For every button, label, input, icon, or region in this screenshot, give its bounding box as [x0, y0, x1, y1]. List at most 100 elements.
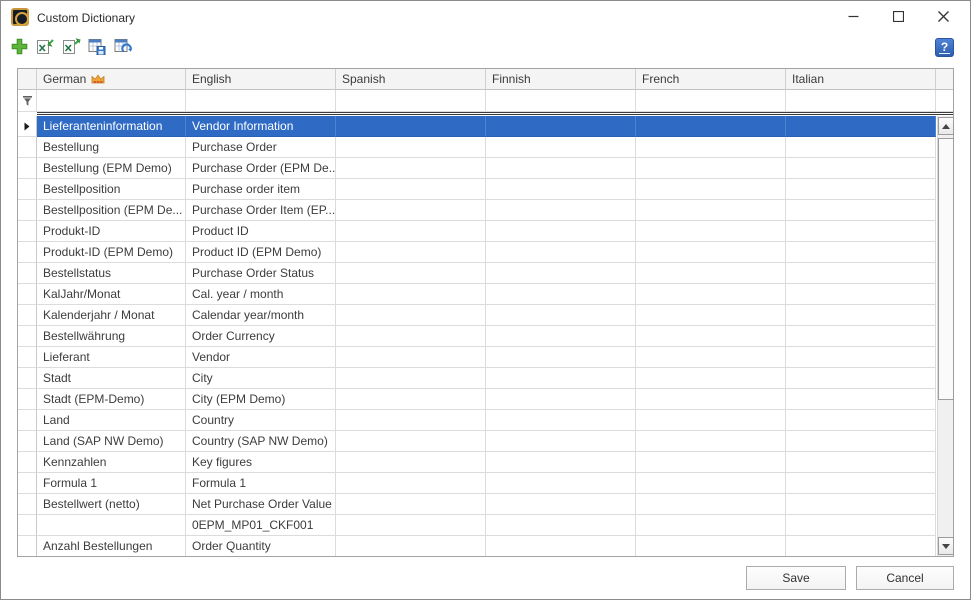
grid-cell[interactable]: [486, 305, 636, 326]
row-header[interactable]: [18, 116, 37, 137]
grid-cell[interactable]: [636, 263, 786, 284]
row-header[interactable]: [18, 347, 37, 368]
grid-cell[interactable]: Product ID: [186, 221, 336, 242]
grid-cell[interactable]: [486, 389, 636, 410]
row-header[interactable]: [18, 515, 37, 536]
grid-cell[interactable]: Order Quantity: [186, 536, 336, 556]
grid-cell[interactable]: [636, 116, 786, 137]
grid-cell[interactable]: [336, 305, 486, 326]
grid-cell[interactable]: [336, 326, 486, 347]
grid-cell[interactable]: [636, 536, 786, 556]
row-header[interactable]: [18, 158, 37, 179]
grid-cell[interactable]: [636, 431, 786, 452]
grid-cell[interactable]: [786, 494, 936, 515]
grid-cell[interactable]: [486, 368, 636, 389]
column-header-spanish[interactable]: Spanish: [336, 69, 486, 90]
grid-cell[interactable]: [336, 389, 486, 410]
save-button[interactable]: Save: [746, 566, 846, 590]
grid-cell[interactable]: Purchase Order: [186, 137, 336, 158]
grid-cell[interactable]: [636, 347, 786, 368]
grid-cell[interactable]: Bestellposition (EPM De...: [37, 200, 186, 221]
grid-cell[interactable]: [636, 326, 786, 347]
row-header[interactable]: [18, 536, 37, 556]
grid-cell[interactable]: Purchase Order Status: [186, 263, 336, 284]
grid-cell[interactable]: [636, 137, 786, 158]
grid-cell[interactable]: [786, 221, 936, 242]
grid-cell[interactable]: [486, 347, 636, 368]
grid-cell[interactable]: [486, 494, 636, 515]
add-entry-button[interactable]: [9, 35, 29, 57]
grid-cell[interactable]: Anzahl Bestellungen: [37, 536, 186, 556]
grid-cell[interactable]: [786, 158, 936, 179]
column-header-german[interactable]: German: [37, 69, 186, 90]
grid-cell[interactable]: [486, 137, 636, 158]
grid-cell[interactable]: [786, 515, 936, 536]
grid-cell[interactable]: Kalenderjahr / Monat: [37, 305, 186, 326]
grid-cell[interactable]: [336, 368, 486, 389]
scroll-up-button[interactable]: [938, 117, 954, 135]
grid-cell[interactable]: Bestellwährung: [37, 326, 186, 347]
row-header[interactable]: [18, 431, 37, 452]
grid-cell[interactable]: [336, 179, 486, 200]
column-header-english[interactable]: English: [186, 69, 336, 90]
grid-cell[interactable]: [636, 494, 786, 515]
grid-cell[interactable]: Country: [186, 410, 336, 431]
grid-cell[interactable]: [486, 200, 636, 221]
grid-cell[interactable]: [486, 410, 636, 431]
grid-cell[interactable]: [636, 452, 786, 473]
grid-cell[interactable]: [786, 263, 936, 284]
row-header[interactable]: [18, 473, 37, 494]
grid-cell[interactable]: Purchase Order Item (EP...: [186, 200, 336, 221]
grid-cell[interactable]: [786, 368, 936, 389]
grid-cell[interactable]: City (EPM Demo): [186, 389, 336, 410]
cancel-button[interactable]: Cancel: [856, 566, 954, 590]
grid-cell[interactable]: [786, 431, 936, 452]
grid-cell[interactable]: [786, 116, 936, 137]
row-header[interactable]: [18, 200, 37, 221]
filter-cell-finnish[interactable]: [486, 90, 636, 112]
row-header[interactable]: [18, 326, 37, 347]
filter-cell-german[interactable]: [37, 90, 186, 112]
grid-cell[interactable]: [786, 473, 936, 494]
grid-cell[interactable]: [636, 410, 786, 431]
grid-cell[interactable]: [636, 473, 786, 494]
maximize-button[interactable]: [876, 1, 921, 31]
filter-cell-italian[interactable]: [786, 90, 936, 112]
grid-cell[interactable]: Cal. year / month: [186, 284, 336, 305]
grid-cell[interactable]: Lieferant: [37, 347, 186, 368]
row-header[interactable]: [18, 389, 37, 410]
grid-cell[interactable]: Purchase order item: [186, 179, 336, 200]
grid-cell[interactable]: Purchase Order (EPM De...: [186, 158, 336, 179]
grid-cell[interactable]: Lieferanteninformation: [37, 116, 186, 137]
grid-cell[interactable]: [336, 473, 486, 494]
grid-cell[interactable]: [336, 158, 486, 179]
grid-cell[interactable]: [336, 452, 486, 473]
row-header[interactable]: [18, 137, 37, 158]
grid-cell[interactable]: [336, 347, 486, 368]
grid-cell[interactable]: [786, 200, 936, 221]
grid-cell[interactable]: Bestellwert (netto): [37, 494, 186, 515]
grid-cell[interactable]: [786, 326, 936, 347]
grid-cell[interactable]: Stadt (EPM-Demo): [37, 389, 186, 410]
grid-cell[interactable]: [486, 116, 636, 137]
row-header[interactable]: [18, 263, 37, 284]
vertical-scrollbar[interactable]: [937, 116, 953, 556]
row-header[interactable]: [18, 452, 37, 473]
row-header[interactable]: [18, 305, 37, 326]
grid-cell[interactable]: [486, 326, 636, 347]
grid-cell[interactable]: Order Currency: [186, 326, 336, 347]
grid-cell[interactable]: [336, 242, 486, 263]
column-header-italian[interactable]: Italian: [786, 69, 936, 90]
grid-cell[interactable]: [786, 305, 936, 326]
grid-cell[interactable]: [336, 263, 486, 284]
column-header-finnish[interactable]: Finnish: [486, 69, 636, 90]
row-header[interactable]: [18, 179, 37, 200]
grid-cell[interactable]: [486, 473, 636, 494]
grid-cell[interactable]: [786, 536, 936, 556]
filter-cell-french[interactable]: [636, 90, 786, 112]
grid-cell[interactable]: Vendor: [186, 347, 336, 368]
grid-cell[interactable]: [636, 305, 786, 326]
grid-cell[interactable]: 0EPM_MP01_CKF001: [186, 515, 336, 536]
grid-cell[interactable]: [636, 179, 786, 200]
grid-cell[interactable]: [486, 158, 636, 179]
